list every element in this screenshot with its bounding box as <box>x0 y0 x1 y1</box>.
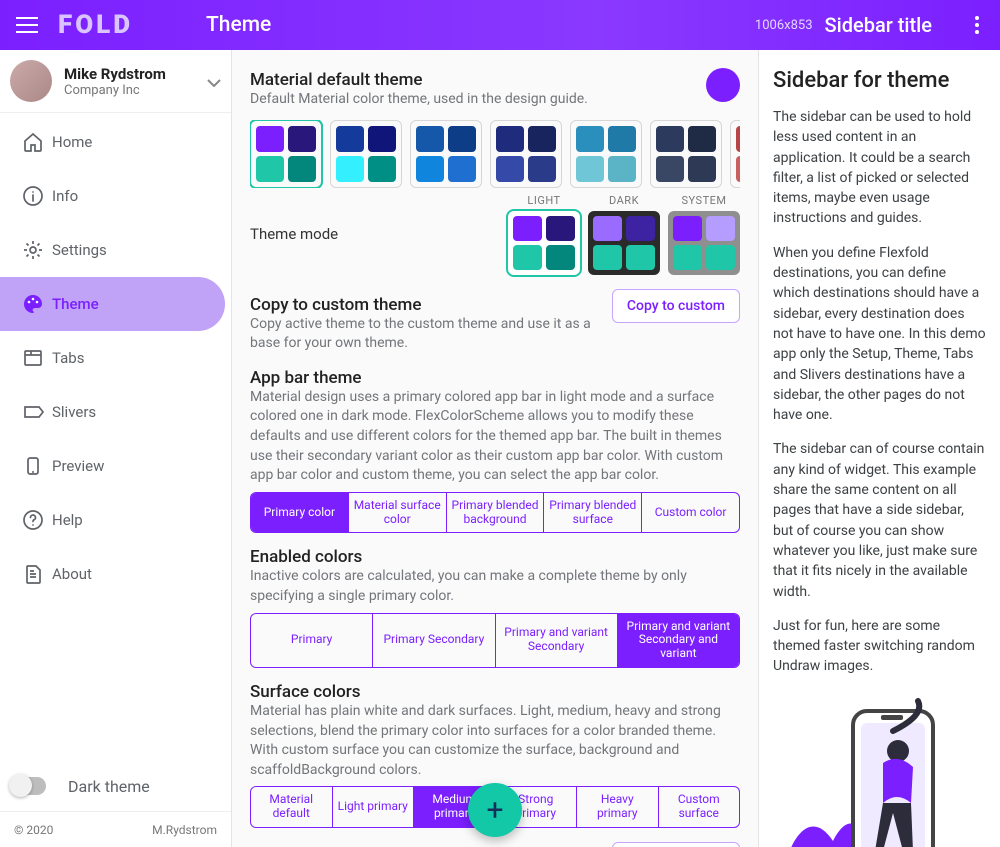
mode-system-label: SYSTEM <box>668 194 740 207</box>
nav-item-home[interactable]: Home <box>0 115 225 169</box>
copy-title: Copy to custom theme <box>250 295 600 315</box>
nav-label: Preview <box>52 457 104 475</box>
copy-surface-button[interactable]: Copy to custom <box>612 842 740 847</box>
palette-2[interactable] <box>410 120 482 188</box>
copy-desc: Copy active theme to the custom theme an… <box>250 315 600 354</box>
appbar-desc: Material design uses a primary colored a… <box>250 388 740 486</box>
sidebar-title: Sidebar title <box>825 13 932 37</box>
theme-name: Material default theme <box>250 70 588 90</box>
copy-to-custom-button[interactable]: Copy to custom <box>612 289 740 323</box>
nav-label: Home <box>52 133 92 151</box>
surface-title: Surface colors <box>250 682 740 702</box>
seg-appbar-opt-2[interactable]: Primary blended background <box>447 493 545 533</box>
seg-surface-opt-5[interactable]: Custom surface <box>659 787 740 827</box>
fab-add[interactable]: + <box>468 783 522 837</box>
seg-appbar-opt-4[interactable]: Custom color <box>642 493 739 533</box>
seg-enabled-opt-1[interactable]: Primary Secondary <box>373 614 495 667</box>
nav-item-preview[interactable]: Preview <box>0 439 225 493</box>
nav-item-tabs[interactable]: Tabs <box>0 331 225 385</box>
mode-dark-label: DARK <box>588 194 660 207</box>
seg-appbar-opt-0[interactable]: Primary color <box>251 493 349 533</box>
nav-label: Theme <box>52 295 99 313</box>
mode-light-label: LIGHT <box>508 194 580 207</box>
nav-label: Tabs <box>52 349 84 367</box>
chevron-down-icon <box>207 72 221 91</box>
theme-mode-label: Theme mode <box>250 225 338 243</box>
seg-surface-opt-1[interactable]: Light primary <box>333 787 415 827</box>
nav-label: Info <box>52 187 78 205</box>
appbar-segmented: Primary colorMaterial surface colorPrima… <box>250 492 740 534</box>
nav-item-help[interactable]: Help <box>0 493 225 547</box>
info-icon <box>22 185 52 207</box>
seg-enabled-opt-2[interactable]: Primary and variant Secondary <box>496 614 618 667</box>
nav-label: Settings <box>52 241 107 259</box>
viewport-size: 1006x853 <box>755 18 813 33</box>
mode-light[interactable] <box>508 211 580 275</box>
about-icon <box>22 563 52 585</box>
more-icon[interactable] <box>962 16 992 34</box>
tabs-icon <box>22 347 52 369</box>
nav-label: Help <box>52 511 83 529</box>
user-name: Mike Rydstrom <box>64 65 166 83</box>
nav-label: About <box>52 565 92 583</box>
seg-surface-opt-0[interactable]: Material default <box>251 787 333 827</box>
theme-desc: Default Material color theme, used in th… <box>250 90 588 110</box>
seg-enabled-opt-0[interactable]: Primary <box>251 614 373 667</box>
nav-label: Slivers <box>52 403 96 421</box>
palette-0[interactable] <box>250 120 322 188</box>
theme-icon <box>22 293 52 315</box>
sidebar-p3: The sidebar can of course contain any ki… <box>773 439 986 601</box>
seg-enabled-opt-3[interactable]: Primary and variant Secondary and varian… <box>618 614 739 667</box>
palette-3[interactable] <box>490 120 562 188</box>
theme-color-preview <box>706 68 740 102</box>
palette-5[interactable] <box>650 120 722 188</box>
left-nav: Mike Rydstrom Company Inc Home Info Settin… <box>0 50 232 847</box>
footer: © 2020 M.Rydstrom <box>0 811 231 847</box>
avatar <box>10 60 52 102</box>
switch-icon[interactable] <box>10 777 46 795</box>
appbar-title: App bar theme <box>250 368 740 388</box>
footer-author: M.Rydstrom <box>152 823 217 837</box>
app-logo: FOLD <box>58 10 206 40</box>
palette-4[interactable] <box>570 120 642 188</box>
settings-icon <box>22 239 52 261</box>
sidebar-p1: The sidebar can be used to hold less use… <box>773 107 986 229</box>
home-icon <box>22 131 52 153</box>
nav-item-about[interactable]: About <box>0 547 225 601</box>
dark-theme-toggle[interactable]: Dark theme <box>0 761 231 811</box>
main-content: Material default theme Default Material … <box>232 50 758 847</box>
nav-item-theme[interactable]: Theme <box>0 277 225 331</box>
user-company: Company Inc <box>64 83 166 98</box>
seg-appbar-opt-1[interactable]: Material surface color <box>349 493 447 533</box>
palette-1[interactable] <box>330 120 402 188</box>
enabled-desc: Inactive colors are calculated, you can … <box>250 567 740 606</box>
enabled-segmented: PrimaryPrimary SecondaryPrimary and vari… <box>250 613 740 668</box>
nav-item-info[interactable]: Info <box>0 169 225 223</box>
mode-system[interactable] <box>668 211 740 275</box>
nav-item-settings[interactable]: Settings <box>0 223 225 277</box>
sidebar-p4: Just for fun, here are some themed faste… <box>773 616 986 677</box>
seg-surface-opt-4[interactable]: Heavy primary <box>577 787 659 827</box>
nav-item-slivers[interactable]: Slivers <box>0 385 225 439</box>
footer-copyright: © 2020 <box>14 823 53 837</box>
menu-icon[interactable] <box>8 6 46 44</box>
sidebar-heading: Sidebar for theme <box>773 68 986 93</box>
illustration <box>773 691 986 847</box>
theme-palettes <box>250 120 740 188</box>
sidebar-p2: When you define Flexfold destinations, y… <box>773 243 986 426</box>
palette-6[interactable] <box>730 120 740 188</box>
top-bar: FOLD Theme 1006x853 Sidebar title <box>0 0 1000 50</box>
right-sidebar: Sidebar for theme The sidebar can be use… <box>758 50 1000 847</box>
user-menu[interactable]: Mike Rydstrom Company Inc <box>0 50 231 113</box>
page-title: Theme <box>206 13 271 37</box>
enabled-title: Enabled colors <box>250 547 740 567</box>
dark-theme-label: Dark theme <box>68 777 150 796</box>
mode-dark[interactable] <box>588 211 660 275</box>
seg-appbar-opt-3[interactable]: Primary blended surface <box>544 493 642 533</box>
slivers-icon <box>22 401 52 423</box>
surface-desc: Material has plain white and dark surfac… <box>250 702 740 780</box>
help-icon <box>22 509 52 531</box>
preview-icon <box>22 455 52 477</box>
